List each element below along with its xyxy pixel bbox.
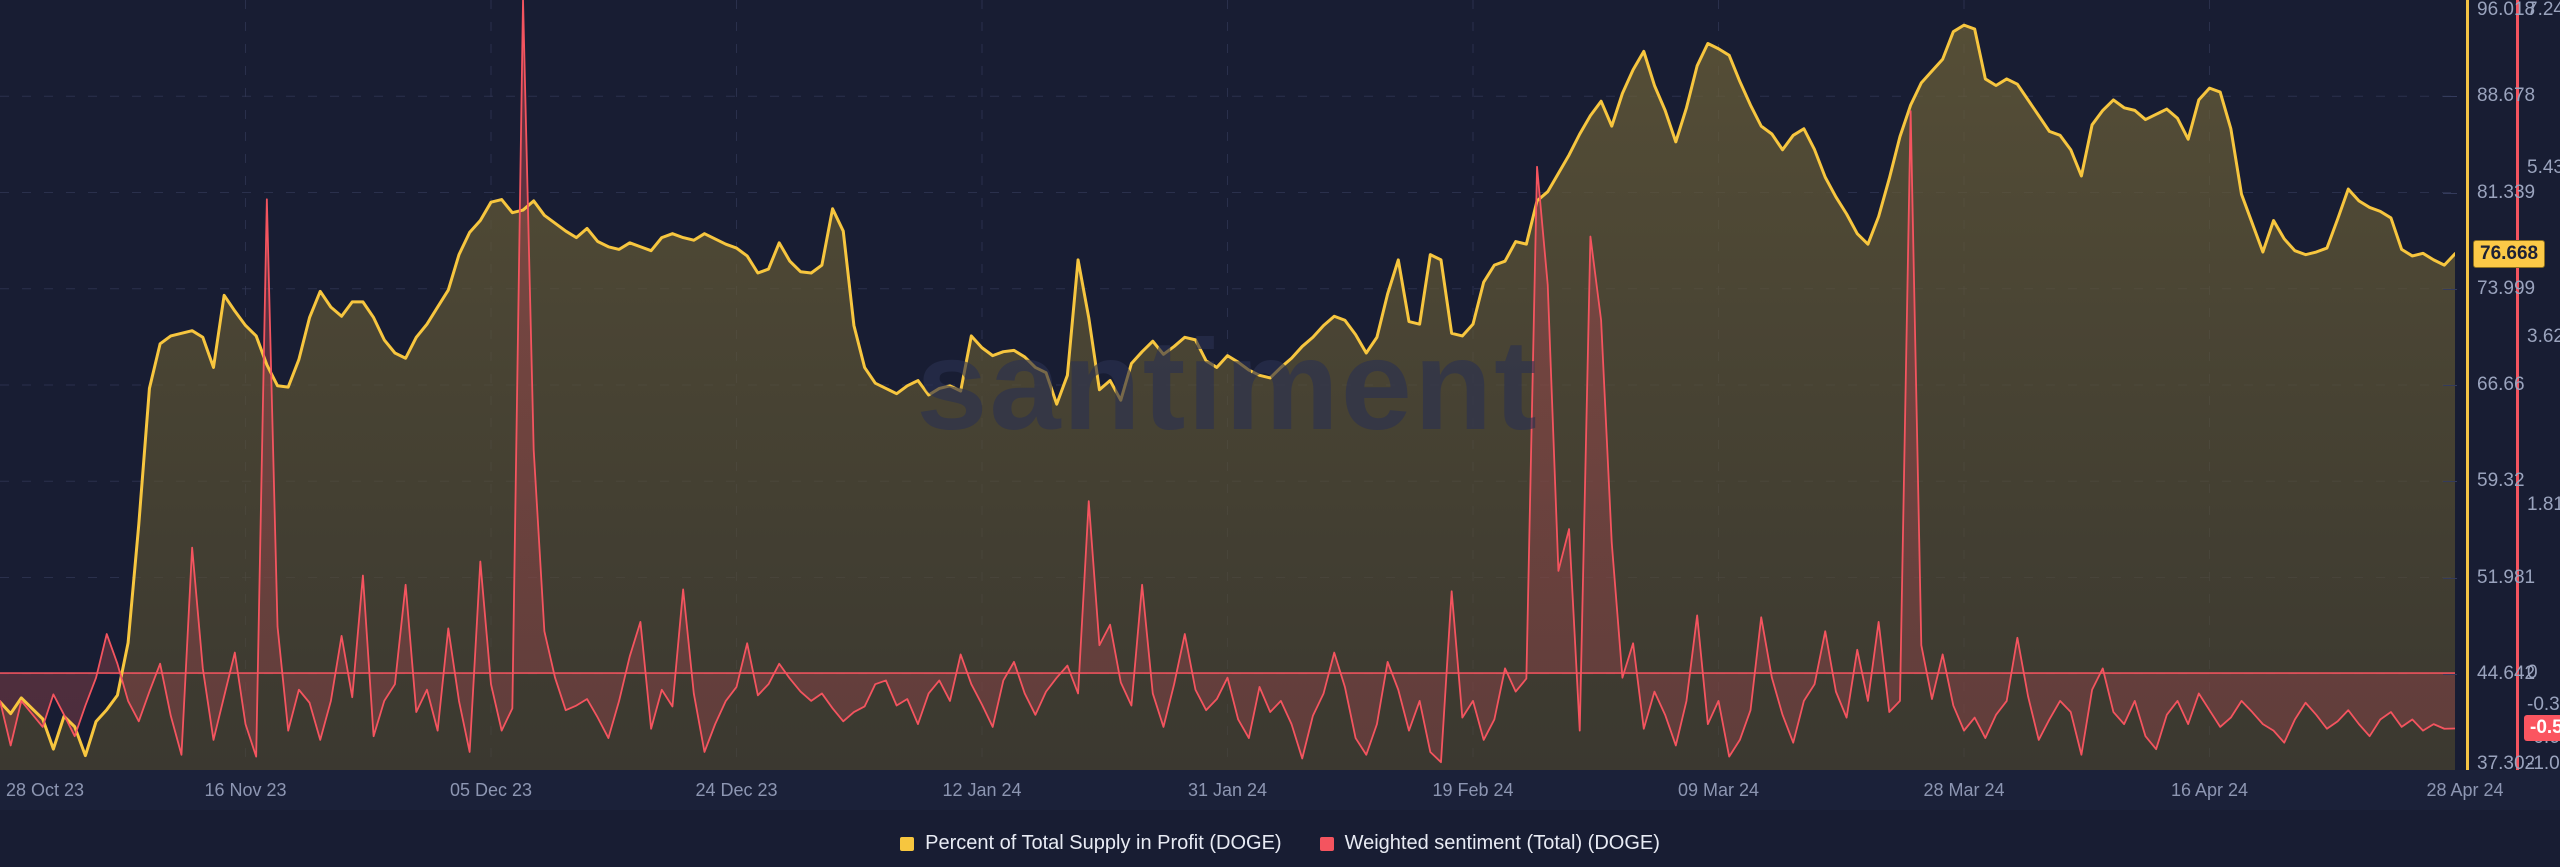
x-axis-tick-label: 12 Jan 24 bbox=[942, 780, 1022, 800]
legend-label-supply-in-profit: Percent of Total Supply in Profit (DOGE) bbox=[925, 832, 1282, 854]
x-axis-tick-label: 28 Mar 24 bbox=[1923, 780, 2005, 800]
x-axis-tick-label: 24 Dec 23 bbox=[695, 780, 778, 800]
x-axis-tick-label: 28 Oct 23 bbox=[6, 780, 85, 800]
x-axis-tick-label: 28 Apr 24 bbox=[2426, 780, 2504, 800]
right-axis-tick-label: 7.246 bbox=[2527, 0, 2560, 20]
legend-item-weighted-sentiment[interactable]: Weighted sentiment (Total) (DOGE) bbox=[1319, 832, 1660, 855]
chart-svg[interactable] bbox=[0, 0, 2455, 770]
x-axis-tick-label: 31 Jan 24 bbox=[1188, 780, 1268, 800]
legend-label-weighted-sentiment: Weighted sentiment (Total) (DOGE) bbox=[1344, 832, 1660, 854]
left-axis-tick-mark bbox=[2443, 96, 2457, 98]
current-value-badge-weighted-sentiment[interactable]: -0.597 bbox=[2524, 715, 2560, 742]
left-value-axis-line bbox=[2466, 0, 2469, 770]
right-axis-tick-label: 1.811 bbox=[2527, 493, 2560, 515]
x-axis: 28 Oct 23 16 Nov 23 05 Dec 23 24 Dec 23 12 J… bbox=[0, 770, 2560, 810]
legend-item-supply-in-profit[interactable]: Percent of Total Supply in Profit (DOGE) bbox=[900, 832, 1282, 855]
left-axis-tick-mark bbox=[2443, 385, 2457, 386]
left-axis-tick-label: 66.66 bbox=[2477, 374, 2525, 395]
right-axis-tick-label: 5.434 bbox=[2527, 157, 2560, 179]
left-axis-tick-mark bbox=[2443, 481, 2457, 483]
x-axis-tick-label: 16 Nov 23 bbox=[204, 780, 287, 800]
right-axis-tick-label: 0 bbox=[2527, 662, 2538, 684]
left-axis-tick-label: 81.339 bbox=[2477, 181, 2536, 203]
left-axis-tick-label: 73.999 bbox=[2477, 277, 2536, 299]
left-axis-tick-mark bbox=[2443, 192, 2457, 194]
right-axis-tick-label: -0.348 bbox=[2527, 694, 2560, 716]
left-axis-tick-mark bbox=[2443, 288, 2457, 290]
legend-swatch-weighted-sentiment bbox=[1319, 836, 1334, 851]
legend-swatch-supply-in-profit bbox=[900, 836, 915, 851]
x-axis-tick-label: 05 Dec 23 bbox=[450, 780, 533, 800]
left-axis-tick-mark bbox=[2443, 673, 2457, 675]
x-axis-tick-label: 09 Mar 24 bbox=[1678, 780, 1760, 800]
chart-root: santiment 96.018 88.678 81.339 73.999 66.66 5… bbox=[0, 0, 2560, 867]
left-axis-tick-mark bbox=[2443, 577, 2457, 579]
left-axis-tick-label: 59.32 bbox=[2477, 470, 2525, 492]
left-axis-tick-label: 88.678 bbox=[2477, 85, 2536, 107]
current-value-badge-supply-in-profit[interactable]: 76.668 bbox=[2473, 239, 2546, 268]
x-axis-tick-label: 16 Apr 24 bbox=[2171, 780, 2249, 800]
plot-area[interactable]: santiment bbox=[0, 0, 2455, 770]
chart-legend: Percent of Total Supply in Profit (DOGE)… bbox=[0, 820, 2560, 867]
x-axis-tick-label: 19 Feb 24 bbox=[1432, 780, 1514, 800]
right-axis-tick-label: 3.623 bbox=[2527, 325, 2560, 347]
left-axis-tick-label: 51.981 bbox=[2477, 566, 2536, 588]
